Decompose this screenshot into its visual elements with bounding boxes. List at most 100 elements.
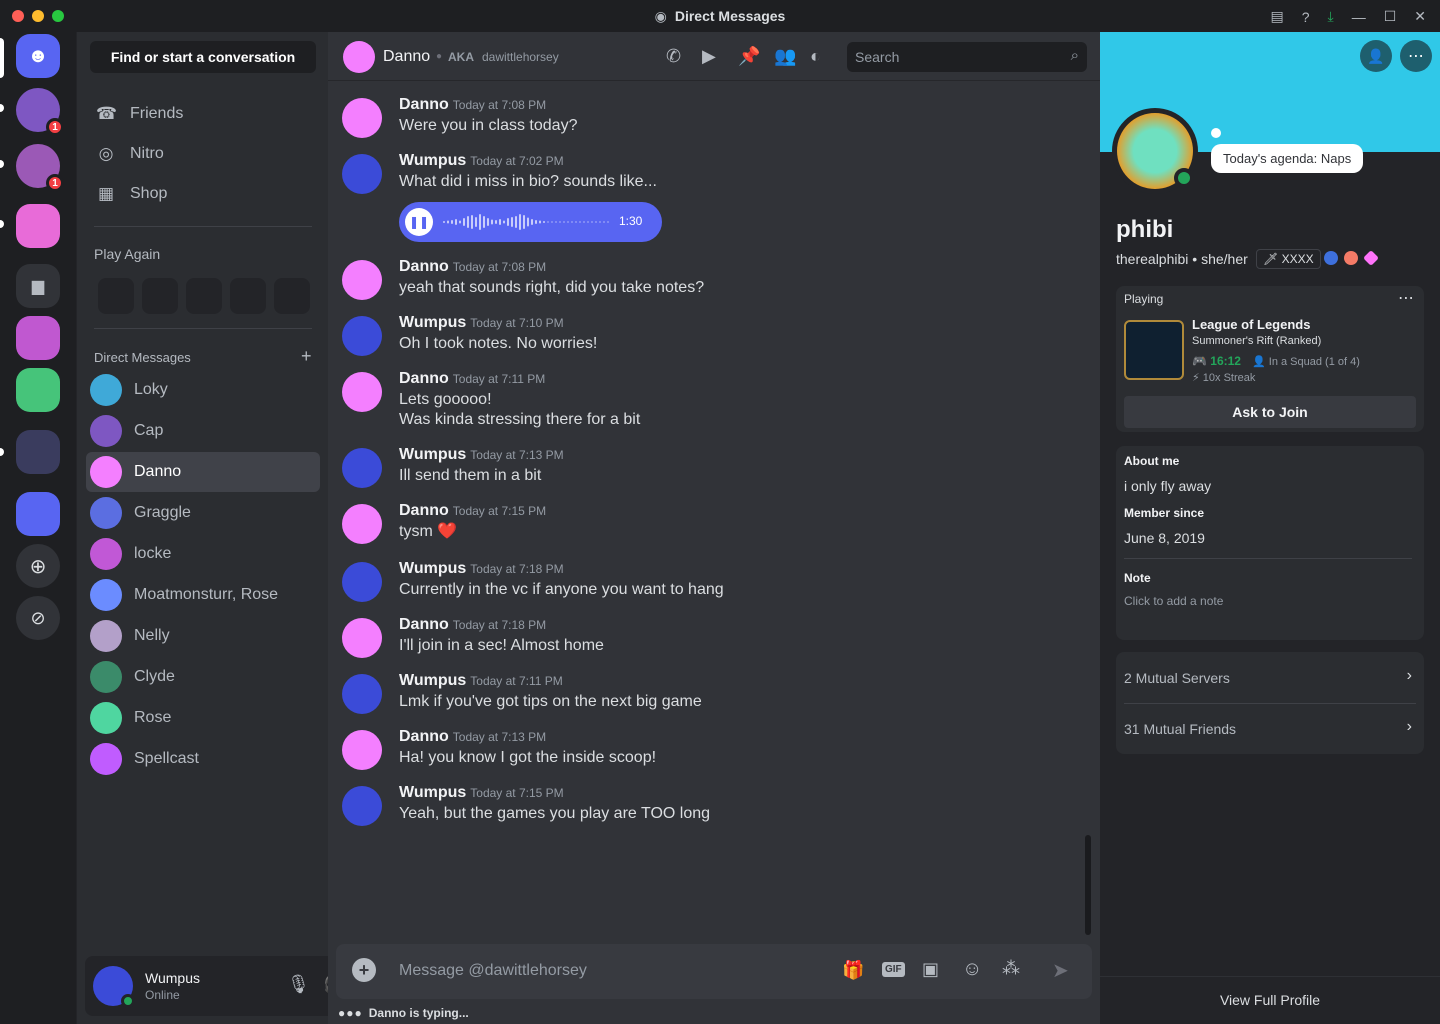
message-composer[interactable]: + Message @dawittlehorsey 🎁 GIF ▣ ☺ ⁂ ➤ — [336, 944, 1092, 999]
dm-item[interactable]: Danno — [86, 452, 320, 492]
play-again-slot[interactable] — [230, 278, 266, 314]
message-author[interactable]: Danno — [399, 258, 449, 275]
server-tag[interactable]: 🗡 XXXX — [1256, 249, 1321, 269]
server-icon-4[interactable] — [16, 316, 60, 360]
dm-item[interactable]: Rose — [86, 698, 320, 738]
close-icon[interactable]: ✕ — [1414, 8, 1426, 25]
note-input[interactable]: Click to add a note — [1124, 594, 1223, 608]
send-icon[interactable]: ➤ — [1052, 958, 1069, 983]
nav-nitro[interactable]: ◎ Nitro — [86, 134, 320, 174]
help-icon[interactable]: ? — [1302, 9, 1310, 25]
play-again-slot[interactable] — [186, 278, 222, 314]
find-conversation-button[interactable]: Find or start a conversation — [90, 41, 316, 73]
attach-plus-icon[interactable]: + — [352, 958, 376, 982]
message[interactable]: Danno Today at 7:08 PM yeah that sounds ri… — [342, 258, 1082, 300]
avatar[interactable] — [93, 966, 135, 1008]
dm-item[interactable]: Nelly — [86, 616, 320, 656]
avatar[interactable] — [342, 786, 382, 826]
avatar[interactable] — [342, 260, 382, 300]
inbox-icon[interactable]: ▤ — [1270, 8, 1283, 25]
play-again-slot[interactable] — [142, 278, 178, 314]
server-icon-3[interactable] — [16, 204, 60, 248]
message-author[interactable]: Danno — [399, 616, 449, 633]
hypesquad-badge-icon[interactable] — [1344, 251, 1358, 265]
home-button[interactable]: ☻ — [16, 34, 60, 78]
dm-item[interactable]: Graggle — [86, 493, 320, 533]
add-friend-icon[interactable]: 👤 — [1360, 40, 1392, 72]
message[interactable]: Wumpus Today at 7:02 PM What did i miss in… — [342, 152, 1082, 194]
avatar[interactable] — [342, 316, 382, 356]
dm-item[interactable]: Moatmonsturr, Rose — [86, 575, 320, 615]
dm-item[interactable]: Clyde — [86, 657, 320, 697]
avatar[interactable] — [342, 618, 382, 658]
view-full-profile-button[interactable]: View Full Profile — [1100, 992, 1440, 1008]
minimize-icon[interactable]: — — [1352, 9, 1366, 25]
message[interactable]: Wumpus Today at 7:18 PM Currently in the v… — [342, 560, 1082, 602]
nav-friends[interactable]: ☎ Friends — [86, 94, 320, 134]
maximize-icon[interactable]: ☐ — [1384, 8, 1397, 25]
server-folder-open[interactable] — [16, 430, 60, 474]
message[interactable]: Wumpus Today at 7:13 PM Ill send them in a… — [342, 446, 1082, 488]
pause-icon[interactable]: ❚❚ — [405, 208, 433, 236]
message[interactable]: Danno Today at 7:11 PM Lets gooooo! Was kin… — [342, 370, 1082, 430]
play-again-slot[interactable] — [274, 278, 310, 314]
more-options-icon[interactable]: ⋯ — [1400, 40, 1432, 72]
ask-to-join-button[interactable]: Ask to Join — [1124, 396, 1416, 428]
sticker-icon[interactable]: ▣ — [922, 959, 939, 980]
avatar[interactable] — [342, 98, 382, 138]
avatar[interactable] — [342, 562, 382, 602]
discover-button[interactable]: ⊘ — [16, 596, 60, 640]
more-icon[interactable]: ⋯ — [1398, 288, 1414, 308]
server-icon-6[interactable] — [16, 492, 60, 536]
nitro-badge-icon[interactable] — [1363, 250, 1379, 266]
gif-icon[interactable]: GIF — [882, 962, 905, 977]
message[interactable]: Danno Today at 7:18 PM I'll join in a sec!… — [342, 616, 1082, 658]
close-window-button[interactable] — [12, 10, 24, 22]
scrollbar-thumb[interactable] — [1085, 835, 1091, 935]
message[interactable]: Danno Today at 7:15 PM tysm ❤️ — [342, 502, 1082, 544]
message-author[interactable]: Wumpus — [399, 446, 466, 463]
message-author[interactable]: Wumpus — [399, 560, 466, 577]
avatar[interactable] — [342, 372, 382, 412]
play-again-slot[interactable] — [98, 278, 134, 314]
server-folder[interactable]: ▆ — [16, 264, 60, 308]
server-icon-2[interactable]: 1 — [16, 144, 64, 192]
microphone-icon[interactable]: 🎙 — [287, 974, 310, 995]
pin-icon[interactable]: 📌 — [738, 46, 760, 67]
video-call-icon[interactable]: ▶ — [702, 46, 716, 67]
message-author[interactable]: Wumpus — [399, 672, 466, 689]
message-author[interactable]: Wumpus — [399, 152, 466, 169]
minimize-window-button[interactable] — [32, 10, 44, 22]
message-author[interactable]: Danno — [399, 728, 449, 745]
voice-call-icon[interactable]: ✆ — [666, 46, 681, 67]
message[interactable]: Wumpus Today at 7:15 PM Yeah, but the game… — [342, 784, 1082, 826]
apps-icon[interactable]: ⁂ — [1002, 958, 1020, 979]
message[interactable]: Danno Today at 7:13 PM Ha! you know I got … — [342, 728, 1082, 770]
dm-item[interactable]: locke — [86, 534, 320, 574]
message-author[interactable]: Wumpus — [399, 784, 466, 801]
message-input-placeholder[interactable]: Message @dawittlehorsey — [399, 962, 587, 980]
avatar[interactable] — [342, 154, 382, 194]
dm-item[interactable]: Cap — [86, 411, 320, 451]
message-author[interactable]: Danno — [399, 502, 449, 519]
zoom-window-button[interactable] — [52, 10, 64, 22]
message[interactable]: Danno Today at 7:08 PM Were you in class t… — [342, 96, 1082, 138]
nav-shop[interactable]: ▦ Shop — [86, 174, 320, 214]
profile-avatar[interactable] — [1112, 108, 1198, 194]
server-icon-5[interactable] — [16, 368, 60, 412]
plus-icon[interactable]: + — [301, 346, 312, 367]
emoji-icon[interactable]: ☺ — [962, 958, 982, 981]
add-friends-icon[interactable]: 👥 — [774, 46, 796, 67]
mutual-servers-row[interactable]: 2 Mutual Servers › — [1116, 652, 1424, 703]
message-author[interactable]: Danno — [399, 96, 449, 113]
message-author[interactable]: Wumpus — [399, 314, 466, 331]
avatar[interactable] — [342, 674, 382, 714]
avatar[interactable] — [342, 504, 382, 544]
user-profile-icon[interactable]: ◐ — [810, 46, 821, 67]
avatar[interactable] — [342, 448, 382, 488]
message[interactable]: Wumpus Today at 7:10 PM Oh I took notes. N… — [342, 314, 1082, 356]
search-input[interactable]: Search ⌕ — [847, 42, 1087, 72]
add-server-button[interactable]: ⊕ — [16, 544, 60, 588]
message[interactable]: Wumpus Today at 7:11 PM Lmk if you've got … — [342, 672, 1082, 714]
dm-item[interactable]: Loky — [86, 370, 320, 410]
